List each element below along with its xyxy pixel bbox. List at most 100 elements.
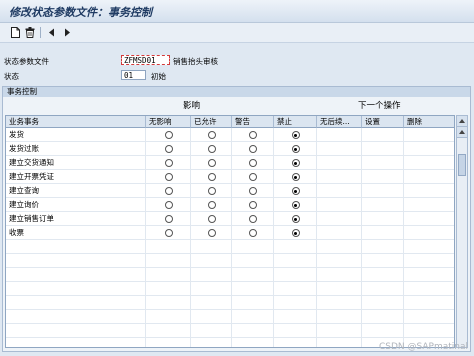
table-cell bbox=[146, 282, 191, 296]
allowed-radio[interactable] bbox=[207, 215, 216, 223]
no-influence-radio[interactable] bbox=[164, 229, 173, 237]
table-cell bbox=[274, 128, 317, 142]
allowed-radio[interactable] bbox=[207, 159, 216, 167]
table-row bbox=[6, 310, 454, 324]
table-cell bbox=[191, 338, 232, 347]
no-influence-radio[interactable] bbox=[164, 131, 173, 139]
table-cell bbox=[232, 324, 274, 338]
status-field[interactable]: 01 bbox=[121, 70, 146, 80]
col-set-header[interactable]: 设置 bbox=[362, 116, 404, 128]
previous-icon[interactable] bbox=[44, 26, 58, 39]
col-no-influence-header[interactable]: 无影响 bbox=[146, 116, 191, 128]
toolbar bbox=[0, 23, 474, 43]
no-influence-radio[interactable] bbox=[164, 145, 173, 153]
prohibited-radio[interactable] bbox=[291, 201, 300, 209]
table-cell bbox=[317, 282, 362, 296]
scroll-page-up-button[interactable] bbox=[457, 127, 467, 138]
col-business-transaction-header[interactable]: 业务事务 bbox=[6, 116, 146, 128]
col-prohibited-header[interactable]: 禁止 bbox=[274, 116, 317, 128]
table-row: 建立交货通知 bbox=[6, 156, 454, 170]
col-delete-header[interactable]: 删除 bbox=[404, 116, 454, 128]
col-no-followup-header[interactable]: 无后续... bbox=[317, 116, 362, 128]
table-cell bbox=[232, 254, 274, 268]
scroll-up-button[interactable] bbox=[457, 116, 467, 127]
table-cell bbox=[362, 268, 404, 282]
prohibited-radio[interactable] bbox=[291, 173, 300, 181]
table-cell bbox=[232, 142, 274, 156]
table-cell bbox=[191, 184, 232, 198]
col-warning-header[interactable]: 警告 bbox=[232, 116, 274, 128]
prohibited-radio[interactable] bbox=[291, 215, 300, 223]
table-cell bbox=[232, 212, 274, 226]
table-cell bbox=[191, 170, 232, 184]
new-document-icon[interactable] bbox=[8, 26, 22, 39]
no-influence-radio[interactable] bbox=[164, 159, 173, 167]
prohibited-radio[interactable] bbox=[291, 229, 300, 237]
table-cell bbox=[317, 226, 362, 240]
col-allowed-header[interactable]: 已允许 bbox=[191, 116, 232, 128]
transaction-name-cell bbox=[6, 282, 146, 296]
status-label: 状态 bbox=[4, 72, 19, 81]
warning-radio[interactable] bbox=[249, 229, 257, 237]
allowed-radio[interactable] bbox=[207, 145, 216, 153]
no-influence-radio[interactable] bbox=[164, 173, 173, 181]
table-row bbox=[6, 268, 454, 282]
table-cell bbox=[362, 184, 404, 198]
table-cell bbox=[404, 310, 454, 324]
next-icon[interactable] bbox=[60, 26, 74, 39]
transaction-name-cell: 收票 bbox=[6, 226, 146, 240]
table-cell bbox=[404, 142, 454, 156]
table-cell bbox=[191, 310, 232, 324]
table-cell bbox=[274, 212, 317, 226]
allowed-radio[interactable] bbox=[207, 131, 216, 139]
warning-radio[interactable] bbox=[249, 145, 257, 153]
allowed-radio[interactable] bbox=[207, 173, 216, 181]
table-cell bbox=[146, 142, 191, 156]
table-cell bbox=[232, 198, 274, 212]
table-cell bbox=[232, 226, 274, 240]
prohibited-radio[interactable] bbox=[291, 187, 300, 195]
table-cell bbox=[317, 128, 362, 142]
transaction-name-cell bbox=[6, 324, 146, 338]
transaction-table: 业务事务 无影响 已允许 警告 禁止 无后续... 设置 删除 发货 发货过账 建立交货通知 建立开票… bbox=[5, 115, 455, 348]
vertical-scrollbar[interactable] bbox=[456, 115, 468, 348]
scrollbar-thumb[interactable] bbox=[458, 154, 466, 176]
prohibited-radio[interactable] bbox=[291, 159, 300, 167]
transaction-name-cell: 建立开票凭证 bbox=[6, 170, 146, 184]
table-row: 建立开票凭证 bbox=[6, 170, 454, 184]
table-cell bbox=[404, 268, 454, 282]
table-cell bbox=[317, 184, 362, 198]
table-cell bbox=[191, 282, 232, 296]
table-cell bbox=[191, 128, 232, 142]
prohibited-radio[interactable] bbox=[291, 145, 300, 153]
warning-radio[interactable] bbox=[249, 215, 257, 223]
table-cell bbox=[191, 240, 232, 254]
delete-icon[interactable] bbox=[23, 26, 37, 39]
prohibited-radio[interactable] bbox=[291, 131, 300, 139]
warning-radio[interactable] bbox=[249, 173, 257, 181]
warning-radio[interactable] bbox=[249, 131, 257, 139]
warning-radio[interactable] bbox=[249, 187, 257, 195]
profile-field[interactable]: ZFMSD01 bbox=[121, 55, 170, 65]
allowed-radio[interactable] bbox=[207, 229, 216, 237]
warning-radio[interactable] bbox=[249, 201, 257, 209]
table-cell bbox=[362, 240, 404, 254]
transaction-name-cell bbox=[6, 240, 146, 254]
table-cell bbox=[274, 156, 317, 170]
table-cell bbox=[404, 170, 454, 184]
allowed-radio[interactable] bbox=[207, 187, 216, 195]
warning-radio[interactable] bbox=[249, 159, 257, 167]
no-influence-radio[interactable] bbox=[164, 201, 173, 209]
table-cell bbox=[274, 170, 317, 184]
table-row bbox=[6, 324, 454, 338]
table-cell bbox=[191, 254, 232, 268]
table-cell bbox=[317, 324, 362, 338]
transaction-name-cell bbox=[6, 296, 146, 310]
table-cell bbox=[232, 156, 274, 170]
table-cell bbox=[362, 282, 404, 296]
allowed-radio[interactable] bbox=[207, 201, 216, 209]
no-influence-radio[interactable] bbox=[164, 215, 173, 223]
table-cell bbox=[146, 324, 191, 338]
no-influence-radio[interactable] bbox=[164, 187, 173, 195]
table-cell bbox=[274, 184, 317, 198]
